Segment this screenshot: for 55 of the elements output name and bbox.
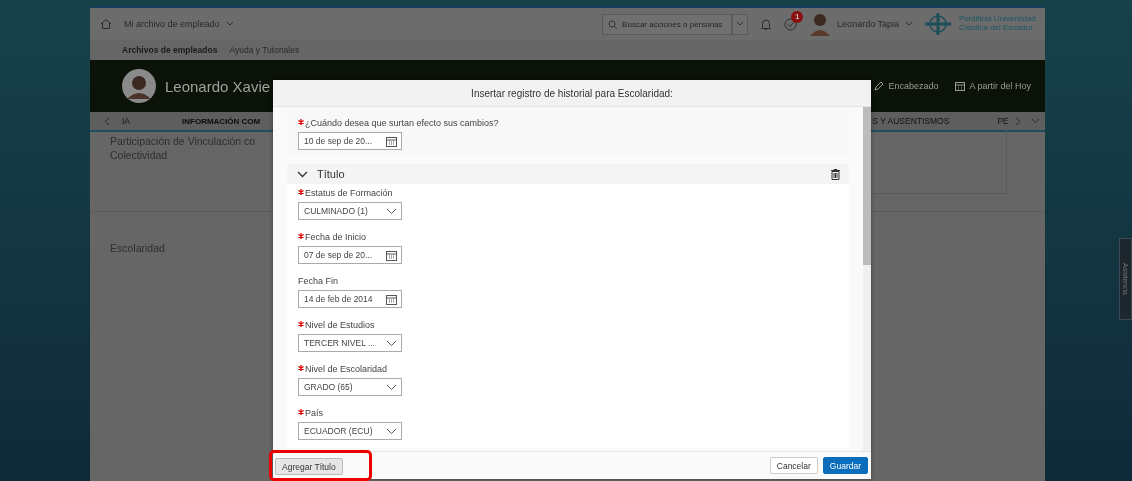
header-action[interactable]: A partir del Hoy (955, 81, 1031, 91)
date-field[interactable]: 14 de feb de 2014 (298, 290, 402, 308)
search-icon (608, 19, 619, 30)
check-circle-icon[interactable] (784, 17, 798, 31)
required-asterisk-icon (298, 118, 304, 125)
required-asterisk-icon (298, 364, 304, 371)
date-field[interactable]: 10 de sep de 20... (298, 132, 402, 150)
avatar-silhouette (122, 69, 156, 103)
field-label: ¿Cuándo desea que surtan efecto sus cambios? (305, 118, 499, 128)
field-label: Estatus de Formación (305, 188, 393, 198)
logo-text: Pontificia Universidad (959, 15, 1037, 24)
employee-name: Leonardo Xavie (165, 77, 271, 95)
date-field[interactable]: 07 de sep de 20... (298, 246, 402, 264)
dialog-title: Insertar registro de historial para Escolaridad: (273, 80, 871, 107)
trash-icon[interactable] (831, 168, 840, 180)
chevron-down-icon[interactable] (386, 339, 397, 347)
chevron-down-icon[interactable] (386, 207, 397, 215)
calendar-icon[interactable] (386, 249, 397, 261)
field-label: Fecha de Inicio (305, 232, 367, 242)
field-label: País (305, 408, 323, 418)
pencil-icon (874, 81, 885, 91)
calendar-icon[interactable] (386, 293, 397, 305)
chevron-left-icon[interactable] (104, 116, 110, 126)
dropdown-field[interactable]: ECUADOR (ECU) (298, 422, 402, 440)
save-button[interactable]: Guardar (822, 457, 868, 474)
required-asterisk-icon (298, 320, 304, 327)
field-label: Nivel de Estudios (305, 320, 375, 330)
avatar-silhouette[interactable] (809, 12, 832, 36)
calendar-icon (955, 81, 966, 91)
logo-text: Católica del Ecuador (959, 24, 1034, 33)
required-asterisk-icon (298, 232, 304, 239)
chevron-down-icon[interactable] (386, 383, 397, 391)
chevron-down-icon[interactable] (297, 170, 308, 178)
cancel-button[interactable]: Cancelar (769, 457, 818, 474)
scrollbar-thumb[interactable] (863, 107, 871, 265)
dropdown-field[interactable]: GRADO (65) (298, 378, 402, 396)
bell-icon[interactable] (760, 17, 773, 31)
add-title-button[interactable]: Agregar Título (275, 458, 343, 476)
required-asterisk-icon (298, 188, 304, 195)
notification-badge: 1 (791, 10, 804, 23)
cross-logo-icon (923, 12, 953, 36)
field-label: Nivel de Escolaridad (305, 364, 388, 374)
calendar-icon[interactable] (386, 135, 397, 147)
chevron-down-icon (736, 21, 745, 27)
required-asterisk-icon (298, 408, 304, 415)
dropdown-field[interactable]: TERCER NIVEL ... (298, 334, 402, 352)
header-action[interactable]: Encabezado (874, 81, 939, 91)
chevron-right-icon[interactable] (1014, 116, 1021, 126)
section-title: Escolaridad (110, 242, 166, 256)
field-label: Fecha Fin (298, 276, 339, 286)
section-title: Colectividad (110, 148, 169, 163)
home-icon[interactable] (100, 18, 112, 30)
section-title: Título (317, 168, 345, 180)
dropdown-field[interactable]: CULMINADO (1) (298, 202, 402, 220)
chevron-down-icon[interactable] (386, 427, 397, 435)
